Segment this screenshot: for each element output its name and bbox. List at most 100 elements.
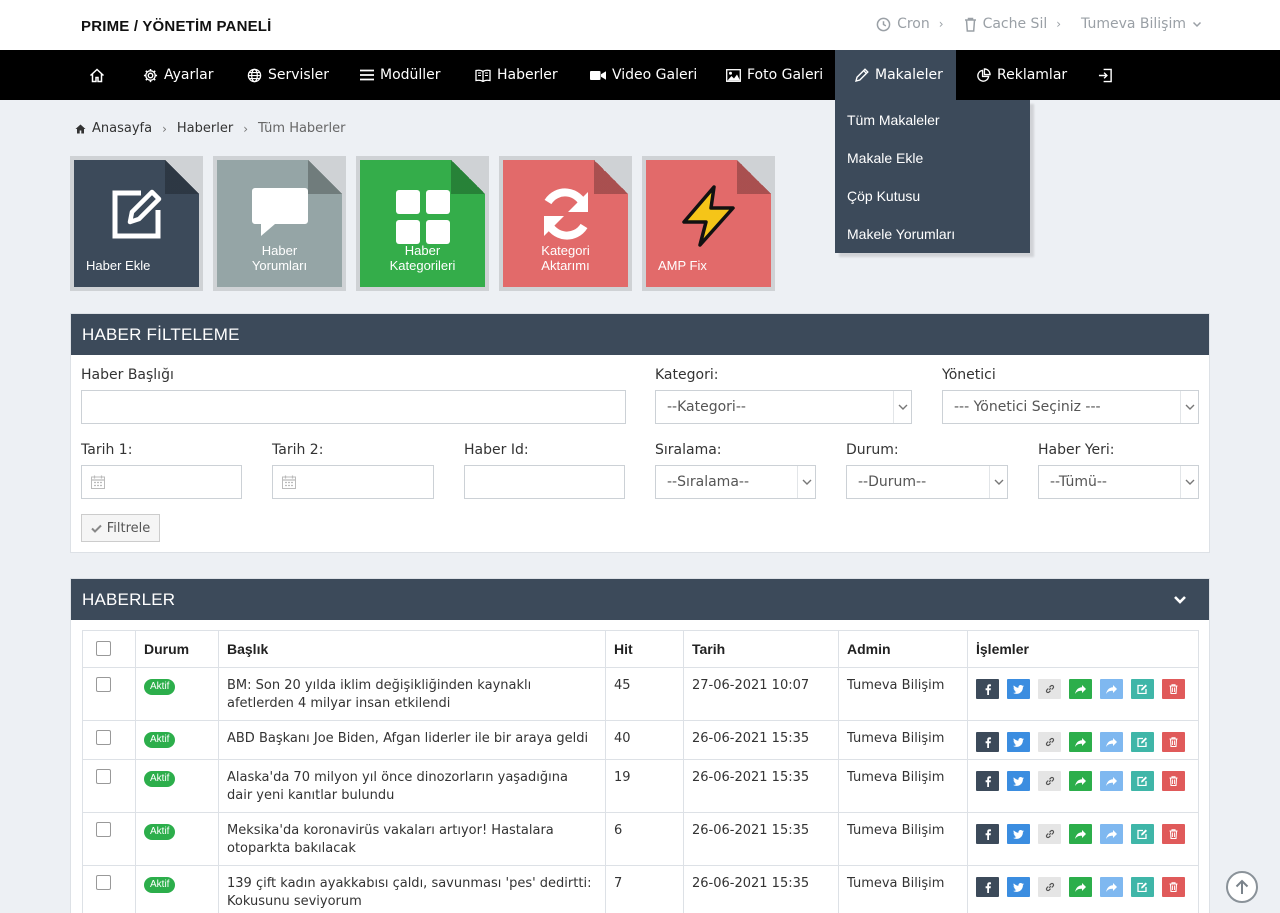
filter-button[interactable]: Filtrele bbox=[81, 514, 160, 542]
edit-button[interactable] bbox=[1131, 679, 1154, 699]
tile-amp-fix[interactable]: AMP Fix bbox=[642, 156, 775, 291]
twitter-button[interactable] bbox=[1007, 679, 1030, 699]
table-row[interactable]: Aktif Meksika'da koronavirüs vakaları art… bbox=[82, 812, 1199, 866]
title-input[interactable] bbox=[81, 390, 626, 424]
trash-button[interactable] bbox=[1162, 679, 1185, 699]
cache-link[interactable]: Cache Sil › bbox=[964, 16, 1061, 32]
col-tarih[interactable]: Tarih bbox=[683, 630, 839, 668]
link-button[interactable] bbox=[1038, 679, 1061, 699]
nav-item-foto-galeri[interactable]: Foto Galeri bbox=[726, 50, 823, 100]
nav-item-makaleler[interactable]: Makaleler bbox=[835, 50, 956, 100]
row-checkbox[interactable] bbox=[96, 875, 111, 890]
link-button[interactable] bbox=[1038, 771, 1061, 791]
col-admin[interactable]: Admin bbox=[838, 630, 968, 668]
nav-label: Modüller bbox=[380, 67, 441, 83]
status-badge[interactable]: Aktif bbox=[144, 877, 176, 893]
share-button[interactable] bbox=[1069, 877, 1092, 897]
link-button[interactable] bbox=[1038, 732, 1061, 752]
status-badge[interactable]: Aktif bbox=[144, 679, 176, 695]
share-light-button[interactable] bbox=[1100, 771, 1123, 791]
row-checkbox[interactable] bbox=[96, 769, 111, 784]
select-all-checkbox[interactable] bbox=[96, 641, 111, 656]
twitter-button[interactable] bbox=[1007, 732, 1030, 752]
share-light-button[interactable] bbox=[1100, 824, 1123, 844]
place-select[interactable]: --Tümü-- bbox=[1038, 465, 1199, 499]
facebook-button[interactable] bbox=[976, 679, 999, 699]
dropdown-item-makale-yorumlari[interactable]: Makele Yorumları bbox=[835, 215, 1030, 253]
tile-kategori-aktarimi[interactable]: Kategori Aktarımı bbox=[499, 156, 632, 291]
facebook-button[interactable] bbox=[976, 732, 999, 752]
share-light-button[interactable] bbox=[1100, 679, 1123, 699]
row-checkbox[interactable] bbox=[96, 730, 111, 745]
share-light-button[interactable] bbox=[1100, 732, 1123, 752]
share-light-button[interactable] bbox=[1100, 877, 1123, 897]
table-row[interactable]: Aktif 139 çift kadın ayakkabısı çaldı, sa… bbox=[82, 865, 1199, 913]
dropdown-item-tum-makaleler[interactable]: Tüm Makaleler bbox=[835, 101, 1030, 139]
breadcrumb-home[interactable]: Anasayfa bbox=[92, 121, 152, 136]
status-badge[interactable]: Aktif bbox=[144, 732, 176, 748]
trash-button[interactable] bbox=[1162, 877, 1185, 897]
edit-button[interactable] bbox=[1131, 732, 1154, 752]
date2-input[interactable] bbox=[272, 465, 434, 499]
table-row[interactable]: Aktif Alaska'da 70 milyon yıl önce dinozo… bbox=[82, 759, 1199, 813]
share-light-icon bbox=[1106, 737, 1117, 747]
edit-button[interactable] bbox=[1131, 877, 1154, 897]
twitter-button[interactable] bbox=[1007, 824, 1030, 844]
trash-button[interactable] bbox=[1162, 771, 1185, 791]
nav-item-moduller[interactable]: Modüller bbox=[360, 50, 441, 100]
tile-haber-yorumlari[interactable]: Haber Yorumları bbox=[213, 156, 346, 291]
manager-select[interactable]: --- Yönetici Seçiniz --- bbox=[942, 390, 1199, 424]
share-button[interactable] bbox=[1069, 732, 1092, 752]
status-badge[interactable]: Aktif bbox=[144, 771, 176, 787]
cron-link[interactable]: Cron › bbox=[876, 16, 944, 32]
share-button[interactable] bbox=[1069, 679, 1092, 699]
share-button[interactable] bbox=[1069, 824, 1092, 844]
comment-icon bbox=[217, 184, 342, 240]
facebook-button[interactable] bbox=[976, 877, 999, 897]
nav-item-video-galeri[interactable]: Video Galeri bbox=[590, 50, 697, 100]
nav-item-haberler[interactable]: Haberler bbox=[475, 50, 558, 100]
trash-button[interactable] bbox=[1162, 732, 1185, 752]
facebook-button[interactable] bbox=[976, 824, 999, 844]
nav-item-reklamlar[interactable]: Reklamlar bbox=[976, 50, 1067, 100]
nav-item-servisler[interactable]: Servisler bbox=[247, 50, 329, 100]
user-menu[interactable]: Tumeva Bilişim bbox=[1081, 16, 1208, 32]
row-checkbox[interactable] bbox=[96, 677, 111, 692]
sort-select[interactable]: --Sıralama-- bbox=[655, 465, 816, 499]
status-select[interactable]: --Durum-- bbox=[846, 465, 1008, 499]
brand-title[interactable]: PRIME / YÖNETİM PANELİ bbox=[81, 18, 272, 35]
col-durum[interactable]: Durum bbox=[135, 630, 219, 668]
twitter-button[interactable] bbox=[1007, 877, 1030, 897]
table-row[interactable]: Aktif BM: Son 20 yılda iklim değişikliğin… bbox=[82, 667, 1199, 721]
news-id-input[interactable] bbox=[464, 465, 625, 499]
nav-home[interactable] bbox=[89, 50, 111, 100]
breadcrumb-haberler[interactable]: Haberler bbox=[177, 121, 233, 136]
facebook-button[interactable] bbox=[976, 771, 999, 791]
category-select[interactable]: --Kategori-- bbox=[655, 390, 912, 424]
link-button[interactable] bbox=[1038, 824, 1061, 844]
logout-button[interactable] bbox=[1098, 50, 1119, 100]
row-checkbox[interactable] bbox=[96, 822, 111, 837]
table-row[interactable]: Aktif ABD Başkanı Joe Biden, Afgan liderl… bbox=[82, 720, 1199, 760]
share-button[interactable] bbox=[1069, 771, 1092, 791]
edit-button[interactable] bbox=[1131, 771, 1154, 791]
dropdown-item-cop-kutusu[interactable]: Çöp Kutusu bbox=[835, 177, 1030, 215]
link-button[interactable] bbox=[1038, 877, 1061, 897]
tile-body: Haber Kategorileri bbox=[360, 160, 485, 287]
label-kategori: Kategori: bbox=[655, 367, 719, 383]
trash-button[interactable] bbox=[1162, 824, 1185, 844]
dropdown-item-makale-ekle[interactable]: Makale Ekle bbox=[835, 139, 1030, 177]
collapse-button[interactable] bbox=[1173, 579, 1187, 620]
nav-item-ayarlar[interactable]: Ayarlar bbox=[143, 50, 213, 100]
tile-haber-kategorileri[interactable]: Haber Kategorileri bbox=[356, 156, 489, 291]
edit-button[interactable] bbox=[1131, 824, 1154, 844]
news-table: Durum Başlık Hit Tarih Admin İşlemler Ak… bbox=[82, 630, 1199, 913]
scroll-top-button[interactable] bbox=[1226, 871, 1258, 903]
twitter-button[interactable] bbox=[1007, 771, 1030, 791]
col-baslik[interactable]: Başlık bbox=[218, 630, 606, 668]
status-badge[interactable]: Aktif bbox=[144, 824, 176, 840]
col-hit[interactable]: Hit bbox=[605, 630, 684, 668]
date1-input[interactable] bbox=[81, 465, 242, 499]
tile-haber-ekle[interactable]: Haber Ekle bbox=[70, 156, 203, 291]
tile-body: AMP Fix bbox=[646, 160, 771, 287]
